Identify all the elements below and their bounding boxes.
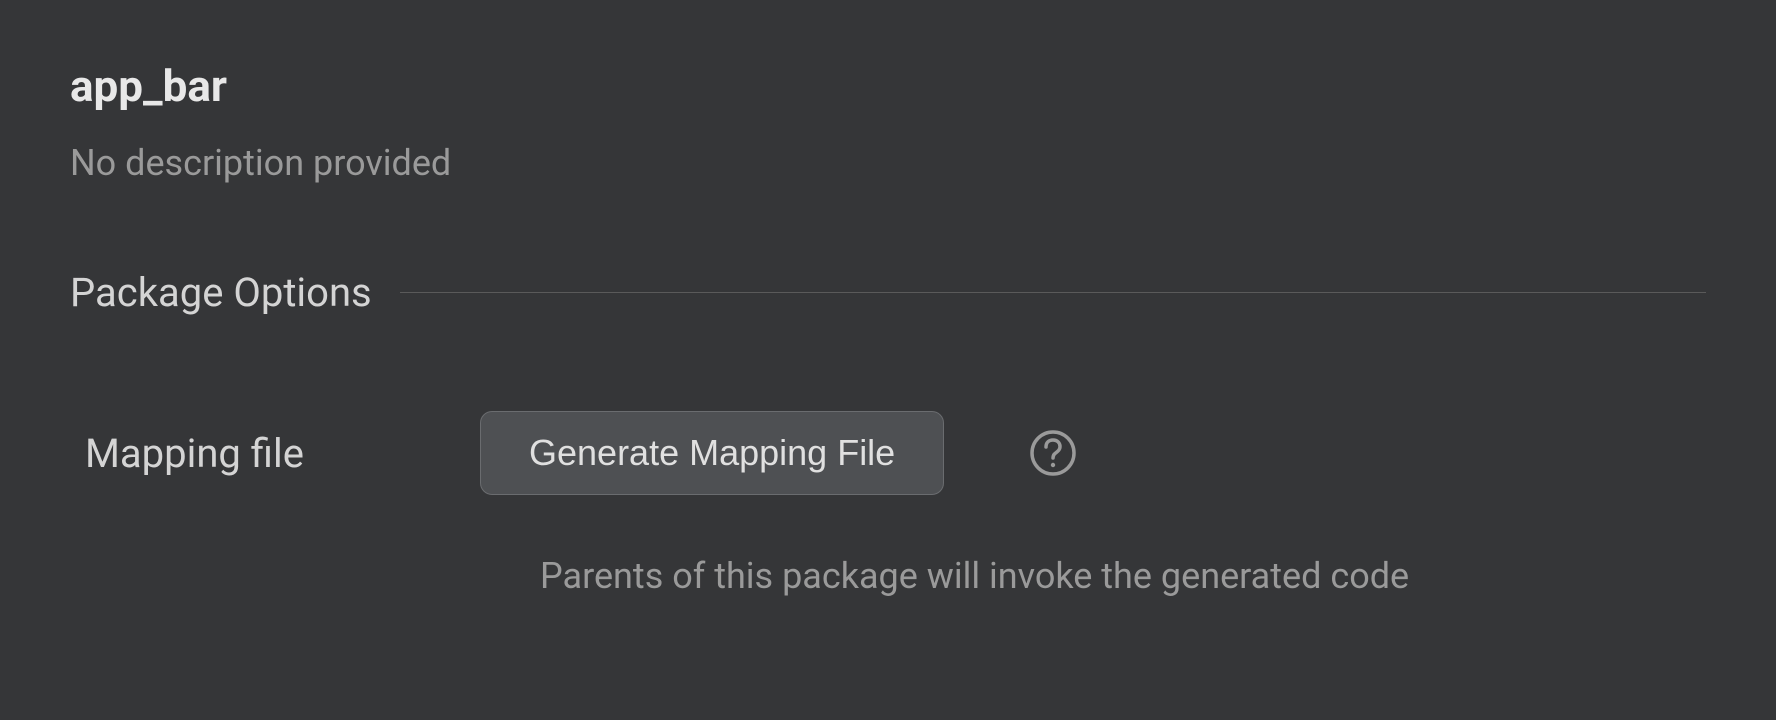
- mapping-file-hint-row: Parents of this package will invoke the …: [70, 555, 1706, 597]
- help-icon[interactable]: [1029, 429, 1077, 477]
- section-header: Package Options: [70, 269, 1706, 316]
- generate-mapping-file-button[interactable]: Generate Mapping File: [480, 411, 944, 495]
- mapping-file-hint: Parents of this package will invoke the …: [540, 555, 1409, 597]
- mapping-file-label: Mapping file: [85, 430, 480, 477]
- mapping-file-row: Mapping file Generate Mapping File: [70, 411, 1706, 495]
- package-panel: app_bar No description provided Package …: [0, 0, 1776, 597]
- package-description: No description provided: [70, 142, 1706, 184]
- section-title: Package Options: [70, 269, 372, 316]
- package-title: app_bar: [70, 60, 1706, 112]
- section-divider: [400, 292, 1706, 293]
